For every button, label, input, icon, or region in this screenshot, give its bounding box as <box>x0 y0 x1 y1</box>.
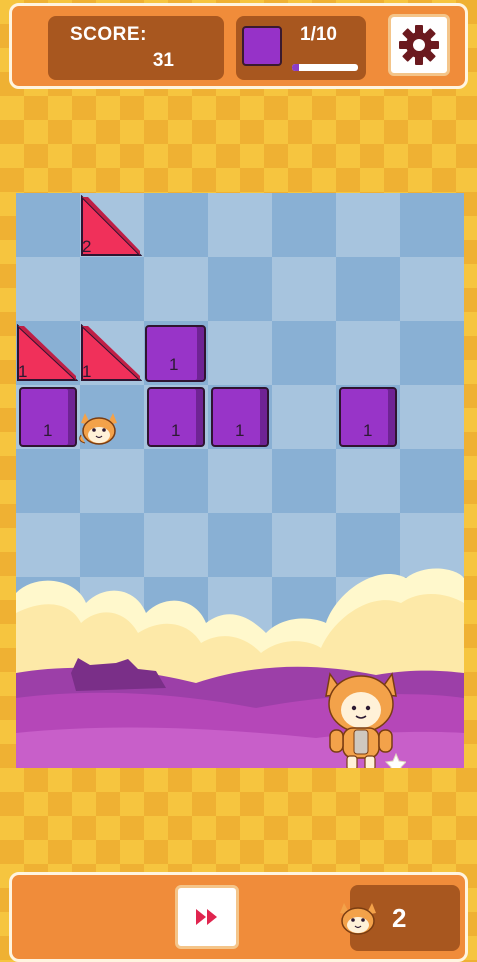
progress-bar <box>292 64 358 71</box>
square-block[interactable]: 1 <box>145 325 206 382</box>
level-progress-panel: 1/10 <box>236 16 366 80</box>
triangle-block[interactable]: 2 <box>80 195 142 257</box>
square-number: 1 <box>363 421 373 440</box>
bottom-bar: 2 <box>9 872 468 962</box>
triangle-block[interactable]: 1 <box>16 324 78 382</box>
fox-ball-icon <box>340 903 376 935</box>
top-bar: SCORE: 31 1/10 <box>9 3 468 89</box>
square-block[interactable]: 1 <box>211 387 269 447</box>
score-value: 31 <box>152 50 174 71</box>
square-number: 1 <box>169 355 179 374</box>
square-block[interactable]: 1 <box>19 387 77 447</box>
fox-ball-icon[interactable] <box>77 405 121 449</box>
square-number: 1 <box>171 421 181 440</box>
square-block[interactable]: 1 <box>339 387 397 447</box>
current-piece-swatch <box>242 26 282 66</box>
score-panel: SCORE: 31 <box>48 16 224 80</box>
remaining-fox-panel: 2 <box>340 885 460 951</box>
remaining-fox-count: 2 <box>392 903 407 933</box>
triangle-number: 1 <box>18 362 28 381</box>
fast-forward-button[interactable] <box>175 885 239 949</box>
square-number: 1 <box>43 421 53 440</box>
gear-icon <box>399 25 439 65</box>
game-board[interactable]: 2 1 1 1 1 1 1 1 <box>16 193 464 768</box>
triangle-number: 1 <box>82 362 92 381</box>
progress-bar-fill <box>292 64 299 71</box>
fast-forward-icon <box>196 909 217 925</box>
settings-button[interactable] <box>388 14 450 76</box>
score-label: SCORE: <box>70 24 147 45</box>
fox-costume-character <box>325 672 406 768</box>
square-number: 1 <box>235 421 245 440</box>
triangle-number: 2 <box>82 237 92 256</box>
progress-text: 1/10 <box>300 24 337 45</box>
square-block[interactable]: 1 <box>147 387 205 447</box>
triangle-block[interactable]: 1 <box>80 324 142 382</box>
